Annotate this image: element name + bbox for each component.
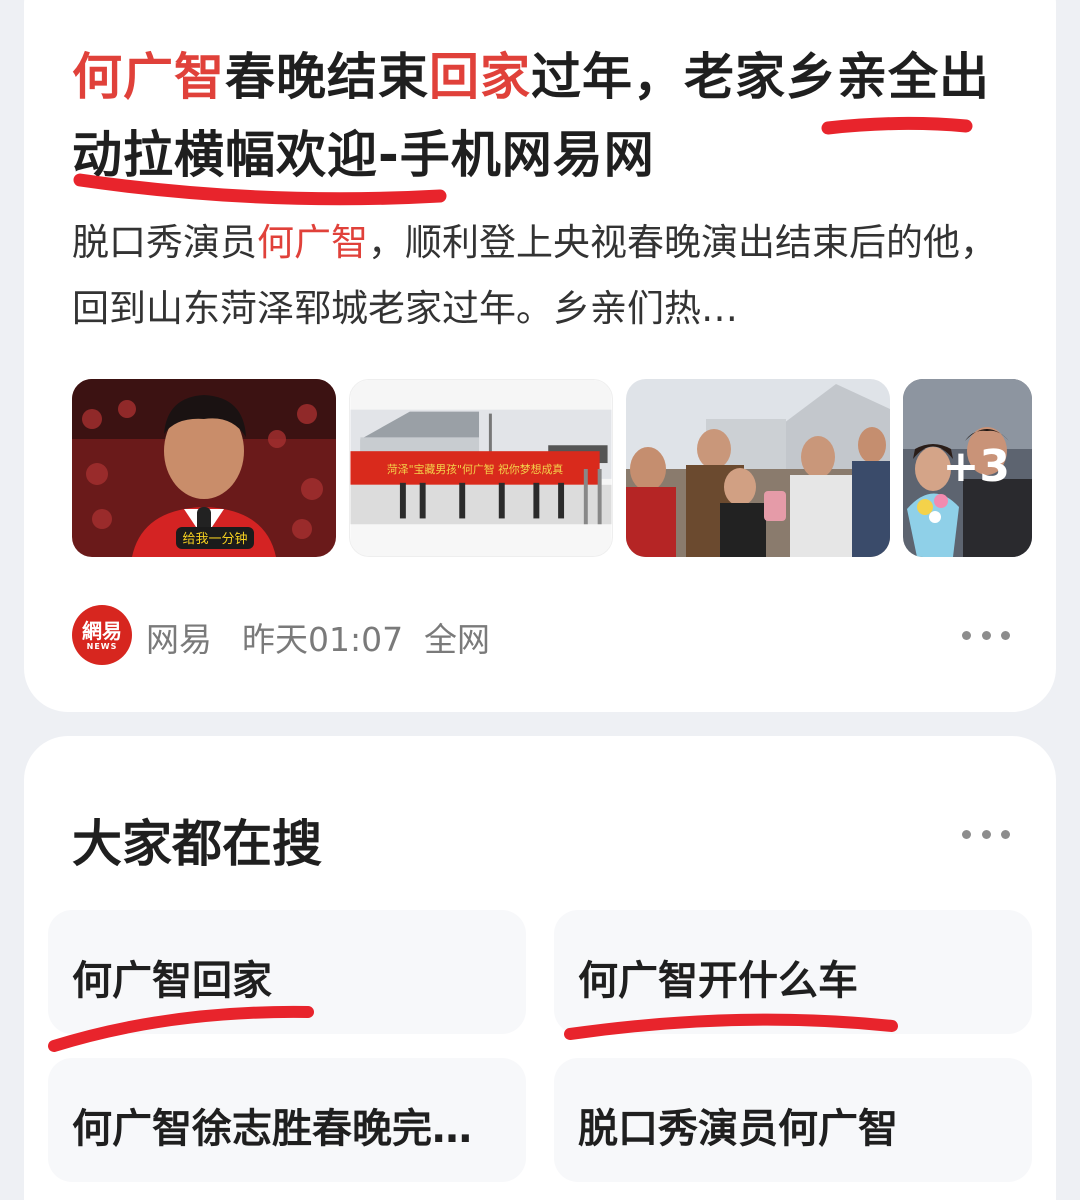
title-keyword: 何广智 xyxy=(72,48,225,106)
news-snippet: 脱口秀演员何广智，顺利登上央视春晚演出结束后的他，回到山东菏泽郓城老家过年。乡亲… xyxy=(72,210,1012,342)
search-suggestion[interactable]: 何广智开什么车 xyxy=(554,910,1032,1034)
search-suggestion[interactable]: 何广智徐志胜春晚完… xyxy=(48,1058,526,1182)
search-more-options-icon[interactable] xyxy=(962,824,1010,844)
snippet-text: 脱口秀演员 xyxy=(72,221,257,264)
search-suggestion[interactable]: 何广智回家 xyxy=(48,910,526,1034)
logo-text: 網易 xyxy=(82,618,122,643)
title-keyword: 回家 xyxy=(429,48,531,106)
thumbnail-banner[interactable]: 菏泽"宝藏男孩"何广智 祝你梦想成真 xyxy=(349,379,613,557)
title-text: 春晚结束 xyxy=(225,48,429,106)
banner-caption: 菏泽"宝藏男孩"何广智 祝你梦想成真 xyxy=(387,462,563,476)
thumbnail-bouquet[interactable]: +3 xyxy=(903,379,1032,557)
publish-time: 昨天01:07 xyxy=(242,620,404,659)
snippet-text: ，顺利登上央视春晚 xyxy=(368,221,701,264)
image-strip: 给我一分钟 菏泽"宝藏男孩"何广智 祝你梦想成真 +3 xyxy=(72,379,1032,557)
banner-photo-icon: 菏泽"宝藏男孩"何广智 祝你梦想成真 xyxy=(350,380,612,556)
netease-logo-icon: 網易 NEWS xyxy=(72,605,132,665)
news-card[interactable]: 何广智春晚结束回家过年，老家乡亲全出动拉横幅欢迎-手机网易网 脱口秀演员何广智，… xyxy=(24,0,1056,712)
suggestion-label: 何广智开什么车 xyxy=(578,958,858,1004)
news-title[interactable]: 何广智春晚结束回家过年，老家乡亲全出动拉横幅欢迎-手机网易网 xyxy=(72,38,992,194)
people-also-search-card: 大家都在搜 何广智回家 何广智开什么车 何广智徐志胜春晚完… 脱口秀演员何广智 xyxy=(24,736,1056,1200)
snippet-keyword: 何广智 xyxy=(257,221,368,264)
thumbnail-performer[interactable]: 给我一分钟 xyxy=(72,379,336,557)
performer-photo-icon: 给我一分钟 xyxy=(72,379,336,557)
thumbnail-crowd[interactable] xyxy=(626,379,890,557)
news-meta: 網易 NEWS 网易 昨天01:07 全网 xyxy=(72,605,1032,665)
suggestion-label: 何广智徐志胜春晚完… xyxy=(72,1106,472,1152)
logo-subtext: NEWS xyxy=(86,641,118,651)
crowd-photo-icon xyxy=(626,379,890,557)
suggestion-label: 脱口秀演员何广智 xyxy=(578,1106,898,1152)
suggestion-label: 何广智回家 xyxy=(72,958,272,1004)
more-images-badge: +3 xyxy=(942,441,1010,492)
section-title: 大家都在搜 xyxy=(72,815,322,873)
source-scope: 全网 xyxy=(424,620,490,659)
source-name[interactable]: 网易 xyxy=(146,613,212,661)
thumbnail-caption: 给我一分钟 xyxy=(182,531,247,547)
search-suggestion[interactable]: 脱口秀演员何广智 xyxy=(554,1058,1032,1182)
news-more-options-icon[interactable] xyxy=(962,625,1010,645)
